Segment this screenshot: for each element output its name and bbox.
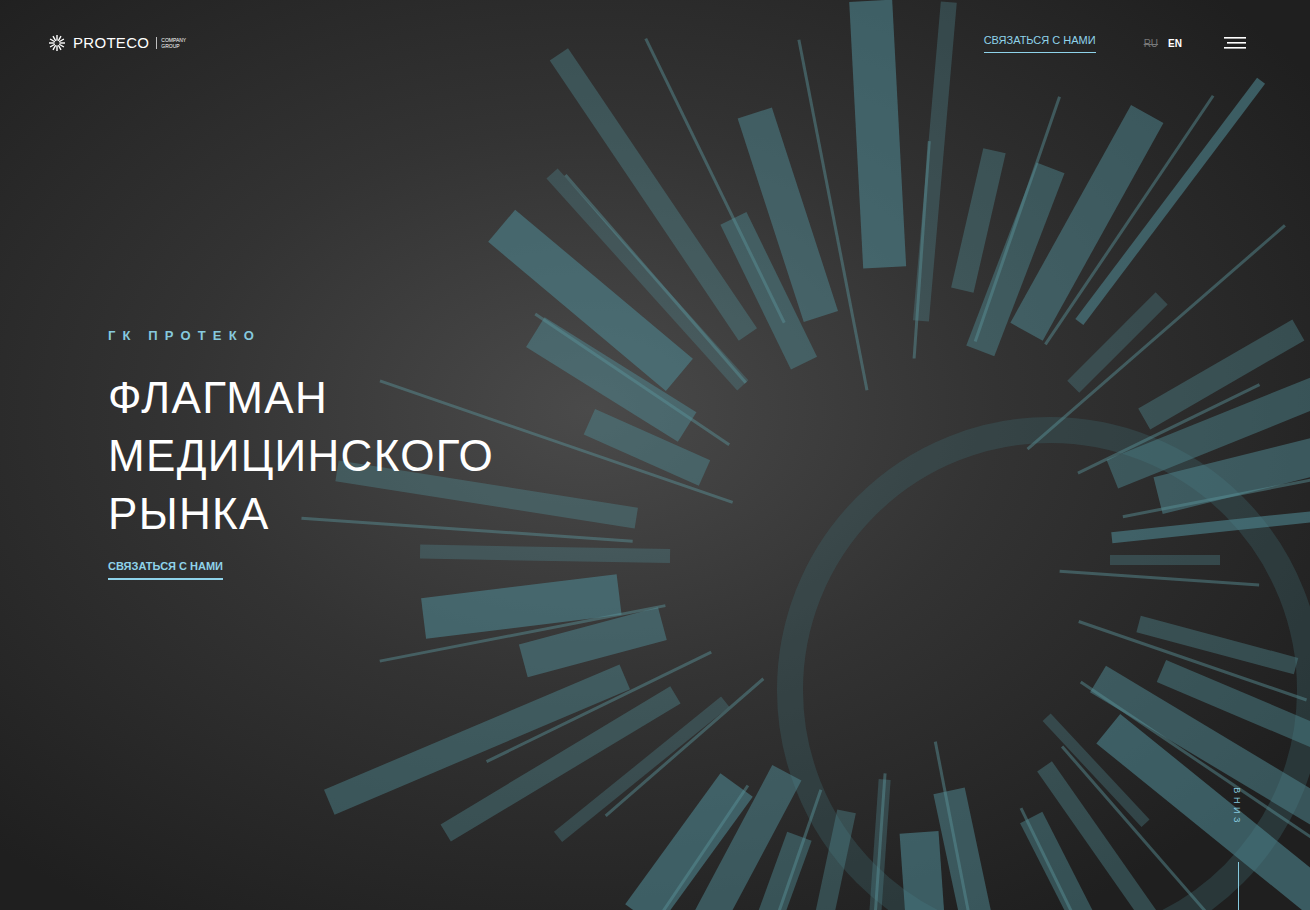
menu-icon[interactable] — [1224, 37, 1246, 49]
language-option[interactable]: EN — [1168, 36, 1182, 51]
hero-title-line: ФЛАГМАН — [108, 369, 494, 427]
scroll-line — [1238, 862, 1239, 910]
hero-title-line: МЕДИЦИНСКОГО — [108, 427, 494, 485]
language-option[interactable]: RU — [1144, 36, 1158, 51]
hero-contact-button[interactable]: СВЯЗАТЬСЯ С НАМИ — [108, 559, 223, 580]
contact-link[interactable]: СВЯЗАТЬСЯ С НАМИ — [984, 33, 1096, 53]
logo[interactable]: PROTECO COMPANYGROUP — [48, 33, 186, 53]
language-switcher: RU EN — [1144, 36, 1182, 51]
hero-section: PROTECO COMPANYGROUP СВЯЗАТЬСЯ С НАМИ RU EN Г… — [0, 0, 1310, 580]
hero-content: ГК ПРОТЕКО ФЛАГМАНМЕДИЦИНСКОГОРЫНКА СВЯЗАТ… — [0, 53, 1310, 580]
header: PROTECO COMPANYGROUP СВЯЗАТЬСЯ С НАМИ RU EN — [0, 0, 1310, 53]
page: PROTECO COMPANYGROUP СВЯЗАТЬСЯ С НАМИ RU EN Г… — [0, 0, 1310, 910]
eyebrow: ГК ПРОТЕКО — [108, 327, 261, 345]
hero-title-line: РЫНКА — [108, 485, 494, 543]
scroll-hint[interactable]: ВНИЗ — [1216, 786, 1256, 828]
logo-star-icon — [48, 34, 66, 52]
hero-title: ФЛАГМАНМЕДИЦИНСКОГОРЫНКА — [108, 369, 494, 543]
logo-name: PROTECO — [73, 33, 149, 53]
logo-subtitle: COMPANYGROUP — [156, 37, 186, 49]
